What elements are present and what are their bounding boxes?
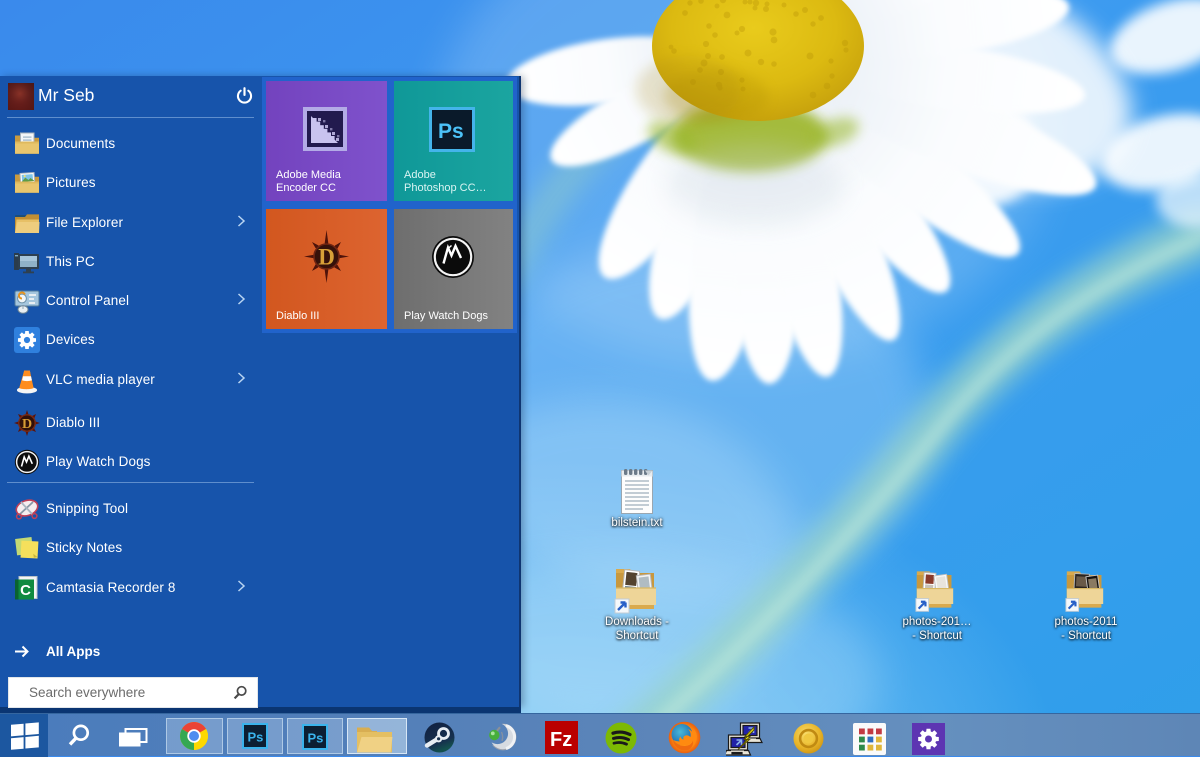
svg-text:D: D (22, 417, 32, 432)
svg-text:C: C (20, 582, 31, 599)
svg-text:D: D (318, 245, 335, 270)
svg-text:Ps: Ps (248, 730, 264, 745)
svg-text:Ps: Ps (438, 120, 464, 143)
svg-text:Ps: Ps (308, 731, 324, 746)
svg-text:Fz: Fz (550, 729, 572, 751)
